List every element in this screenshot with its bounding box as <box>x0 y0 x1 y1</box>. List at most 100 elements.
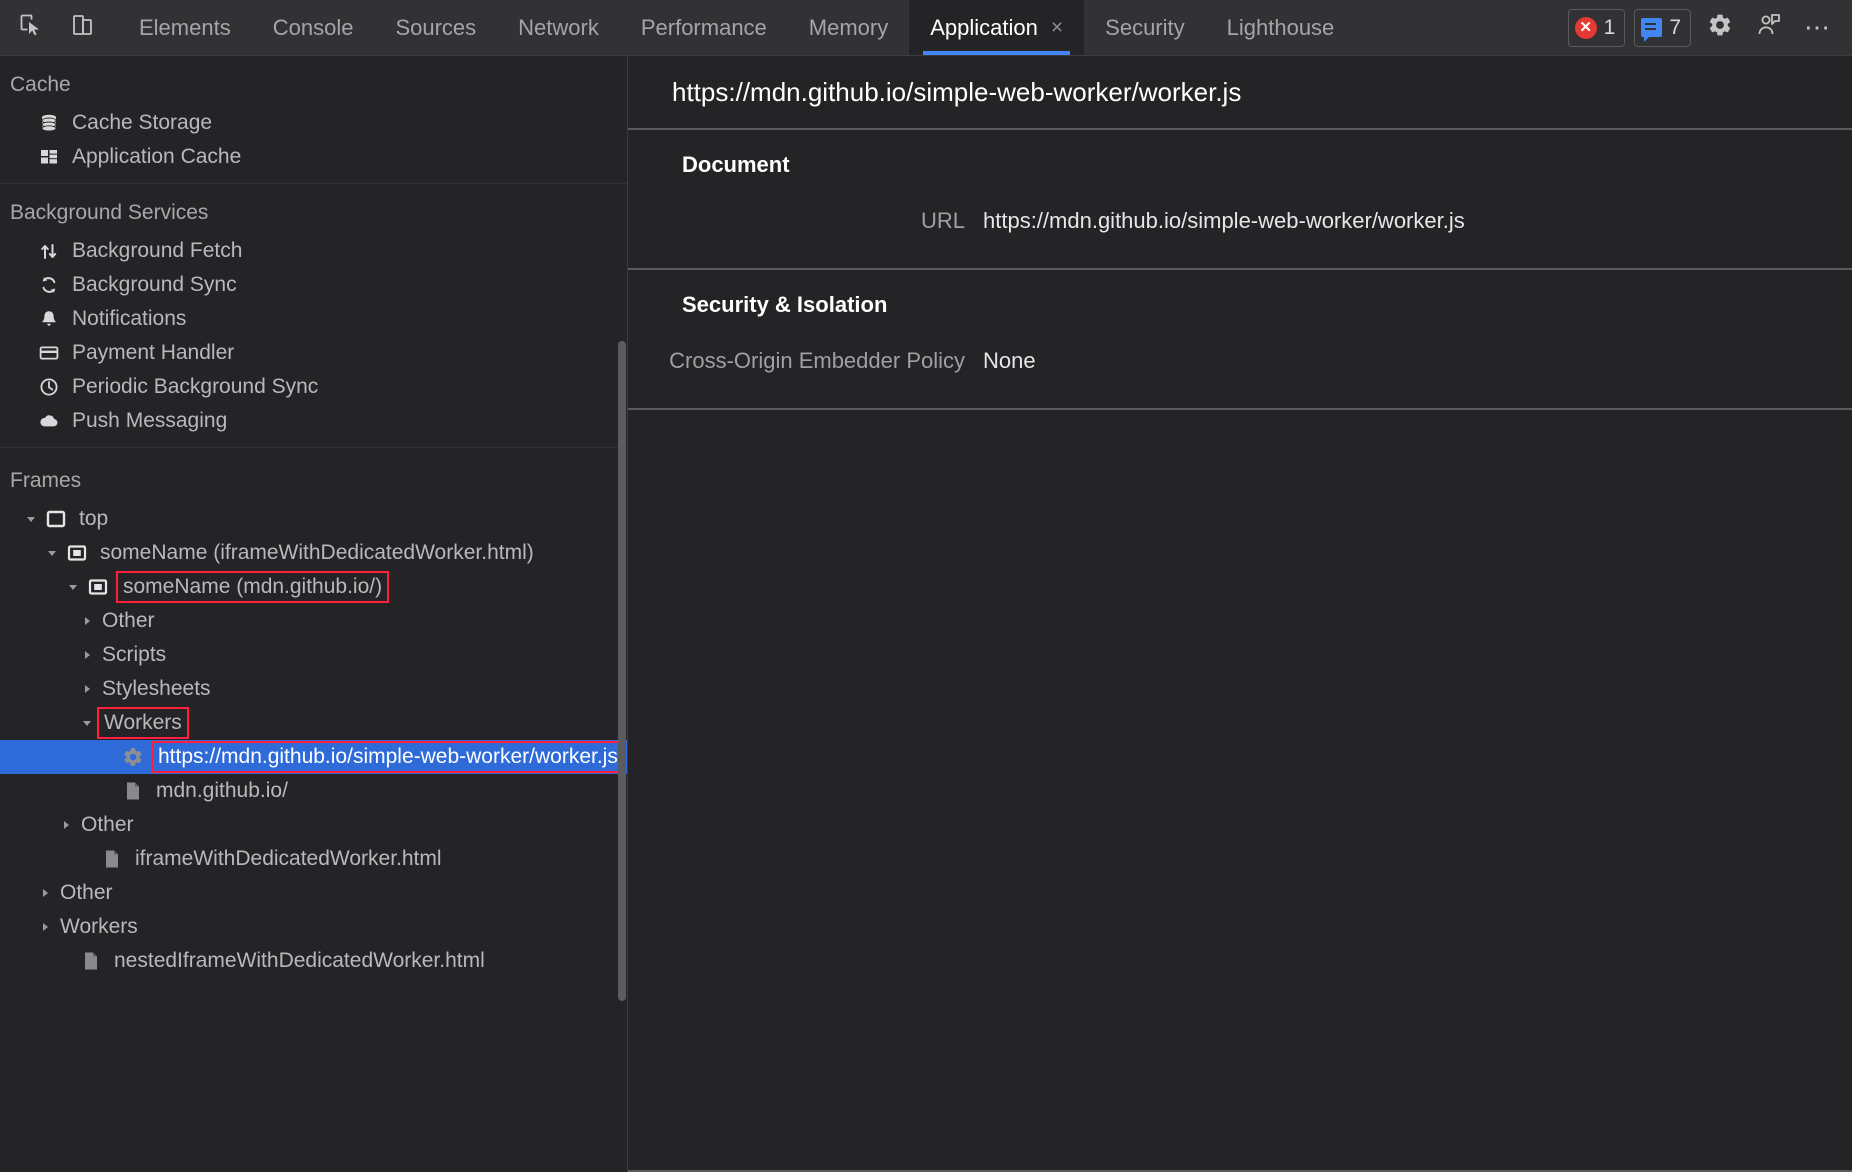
tree-row[interactable]: mdn.github.io/ <box>0 774 627 808</box>
section-title-frames: Frames <box>0 452 627 502</box>
tree-row-label: top <box>77 507 110 531</box>
tab-console[interactable]: Console <box>252 0 375 55</box>
twisty-placeholder <box>57 952 75 970</box>
close-icon[interactable]: × <box>1051 17 1063 38</box>
chevron-down-icon[interactable] <box>43 544 61 562</box>
chevron-down-icon[interactable] <box>64 578 82 596</box>
tab-label: Sources <box>395 15 476 41</box>
twisty-placeholder <box>78 850 96 868</box>
section-title-document: Document <box>628 152 1852 178</box>
tree-row[interactable]: someName (iframeWithDedicatedWorker.html… <box>0 536 627 570</box>
sidebar-item-label: Background Sync <box>72 273 237 297</box>
tab-performance[interactable]: Performance <box>620 0 788 55</box>
sidebar-item-push-messaging[interactable]: Push Messaging <box>0 404 627 438</box>
section-title-cache: Cache <box>0 56 627 106</box>
sidebar-item-label: Push Messaging <box>72 409 227 433</box>
tree-row[interactable]: someName (mdn.github.io/) <box>0 570 627 604</box>
tab-memory[interactable]: Memory <box>788 0 909 55</box>
detail-key: Cross-Origin Embedder Policy <box>628 348 983 374</box>
tab-sources[interactable]: Sources <box>374 0 497 55</box>
chevron-right-icon[interactable] <box>78 646 96 664</box>
chevron-down-icon[interactable] <box>78 714 96 732</box>
sidebar-item-periodic-background-sync[interactable]: Periodic Background Sync <box>0 370 627 404</box>
chevron-right-icon[interactable] <box>36 884 54 902</box>
section-title-background-services: Background Services <box>0 184 627 234</box>
tree-row[interactable]: Other <box>0 604 627 638</box>
tree-row-label-highlighted: someName (mdn.github.io/) <box>119 574 386 600</box>
tree-row-label: Other <box>100 609 157 633</box>
tab-label: Network <box>518 15 599 41</box>
tree-row[interactable]: Other <box>0 808 627 842</box>
panel-empty-area <box>628 410 1852 1170</box>
error-count-badge[interactable]: ✕ 1 <box>1568 9 1626 47</box>
chevron-right-icon[interactable] <box>78 680 96 698</box>
sidebar-item-notifications[interactable]: Notifications <box>0 302 627 336</box>
chevron-right-icon[interactable] <box>57 816 75 834</box>
tab-label: Elements <box>139 15 231 41</box>
tree-row-label-highlighted: Workers <box>100 710 186 736</box>
detail-value: None <box>983 348 1036 374</box>
tree-row[interactable]: nestedIframeWithDedicatedWorker.html <box>0 944 627 978</box>
section-title-security-isolation: Security & Isolation <box>628 292 1852 318</box>
sidebar-item-background-sync[interactable]: Background Sync <box>0 268 627 302</box>
credit-card-icon <box>38 342 60 364</box>
application-sidebar[interactable]: Cache Cache Storage <box>0 56 628 1172</box>
tree-row-label: Workers <box>58 915 140 939</box>
sidebar-item-label: Periodic Background Sync <box>72 375 318 399</box>
database-icon <box>38 112 60 134</box>
tab-elements[interactable]: Elements <box>118 0 252 55</box>
sidebar-item-application-cache[interactable]: Application Cache <box>0 140 627 174</box>
tree-row[interactable]: Workers <box>0 910 627 944</box>
sidebar-section-cache: Cache Cache Storage <box>0 56 627 184</box>
tab-lighthouse[interactable]: Lighthouse <box>1206 0 1356 55</box>
frames-section: Frames top someName (iframeWithDed <box>0 448 627 978</box>
tab-security[interactable]: Security <box>1084 0 1205 55</box>
device-toolbar-icon <box>70 12 96 43</box>
sidebar-item-background-fetch[interactable]: Background Fetch <box>0 234 627 268</box>
document-icon <box>79 949 103 973</box>
detail-row-url: URL https://mdn.github.io/simple-web-wor… <box>628 204 1852 238</box>
chevron-right-icon[interactable] <box>36 918 54 936</box>
tree-row[interactable]: Workers <box>0 706 627 740</box>
tree-row-label: Stylesheets <box>100 677 213 701</box>
more-icon: ⋯ <box>1804 20 1832 36</box>
tab-label: Performance <box>641 15 767 41</box>
chevron-right-icon[interactable] <box>78 612 96 630</box>
tree-row-label: iframeWithDedicatedWorker.html <box>133 847 444 871</box>
message-count-badge[interactable]: 7 <box>1634 9 1691 47</box>
tree-row-selected[interactable]: https://mdn.github.io/simple-web-worker/… <box>0 740 627 774</box>
tree-row-label-highlighted: https://mdn.github.io/simple-web-worker/… <box>154 744 622 770</box>
detail-value[interactable]: https://mdn.github.io/simple-web-worker/… <box>983 208 1465 234</box>
sidebar-item-label: Cache Storage <box>72 111 212 135</box>
chevron-down-icon[interactable] <box>22 510 40 528</box>
tree-row[interactable]: iframeWithDedicatedWorker.html <box>0 842 627 876</box>
tree-row-label: nestedIframeWithDedicatedWorker.html <box>112 949 487 973</box>
detail-key: URL <box>628 208 983 234</box>
tree-row[interactable]: Scripts <box>0 638 627 672</box>
gear-icon <box>1707 12 1733 43</box>
tree-row-label: Scripts <box>100 643 168 667</box>
tab-label: Memory <box>809 15 888 41</box>
gear-icon <box>121 745 145 769</box>
section-document: Document URL https://mdn.github.io/simpl… <box>628 130 1852 270</box>
sidebar-scrollbar[interactable] <box>618 341 626 1001</box>
tab-network[interactable]: Network <box>497 0 620 55</box>
toolbar-right-actions: ✕ 1 7 ⋯ <box>1568 0 1852 55</box>
up-down-arrows-icon <box>38 240 60 262</box>
tree-row[interactable]: Other <box>0 876 627 910</box>
sidebar-item-cache-storage[interactable]: Cache Storage <box>0 106 627 140</box>
sidebar-item-payment-handler[interactable]: Payment Handler <box>0 336 627 370</box>
feedback-person-icon <box>1755 11 1783 44</box>
tree-row[interactable]: Stylesheets <box>0 672 627 706</box>
devtools-body: Cache Cache Storage <box>0 56 1852 1172</box>
clock-icon <box>38 376 60 398</box>
sidebar-section-background-services: Background Services Background Fetch <box>0 184 627 448</box>
device-toolbar-button[interactable] <box>62 7 104 49</box>
tree-row[interactable]: top <box>0 502 627 536</box>
tab-application[interactable]: Application × <box>909 0 1084 55</box>
inspect-element-button[interactable] <box>10 7 52 49</box>
sidebar-item-label: Payment Handler <box>72 341 234 365</box>
feedback-button[interactable] <box>1749 8 1789 48</box>
settings-button[interactable] <box>1700 8 1740 48</box>
more-options-button[interactable]: ⋯ <box>1798 8 1838 48</box>
